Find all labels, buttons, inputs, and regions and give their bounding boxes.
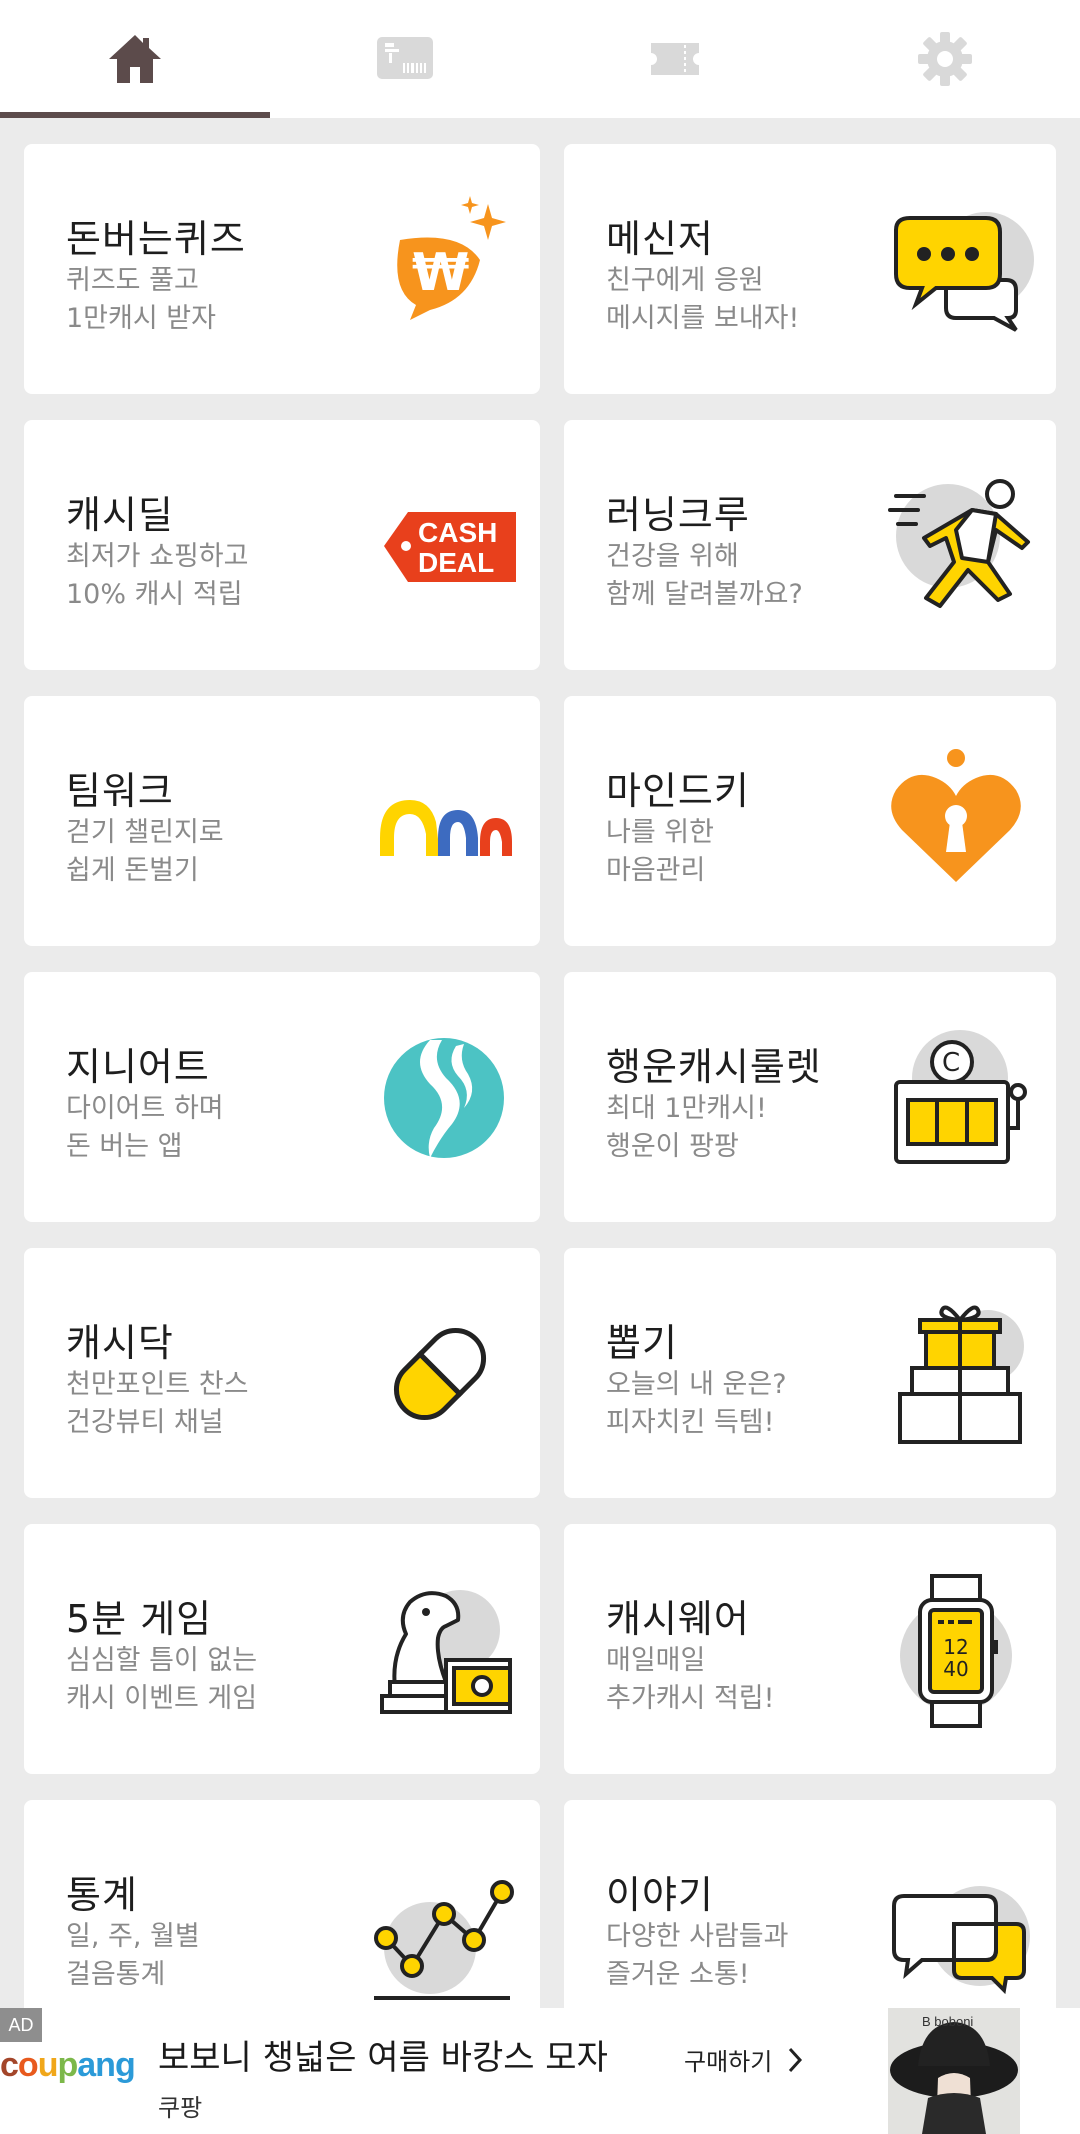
coupon-card-icon — [377, 37, 433, 79]
card-title: 캐시딜 — [66, 493, 174, 537]
pill-capsule-icon — [393, 1327, 487, 1421]
card-genieat[interactable]: 지니어트 다이어트 하며 돈 버는 앱 — [24, 972, 540, 1222]
tab-coupon[interactable] — [270, 0, 540, 118]
ad-cta-label: 구매하기 — [684, 2048, 773, 2076]
ad-title: 보보니 챙넓은 여름 바캉스 모자 — [158, 2038, 608, 2078]
card-teamwork[interactable]: 팀워크 걷기 챌린지로 쉽게 돈벌기 — [24, 696, 540, 946]
smartwatch-icon: 12 40 — [900, 1574, 1012, 1728]
card-5min-game[interactable]: 5분 게임 심심할 틈이 없는 캐시 이벤트 게임 — [24, 1524, 540, 1774]
watch-hour: 12 — [943, 1635, 968, 1659]
chat-bubble-icon — [894, 212, 1034, 332]
card-subtitle: 다이어트 하며 돈 버는 앱 — [66, 1093, 224, 1162]
card-title: 캐시웨어 — [606, 1597, 750, 1641]
svg-text:C: C — [942, 1048, 960, 1078]
ticket-icon — [651, 43, 699, 75]
slot-machine-icon: C — [894, 1030, 1027, 1164]
card-statistics[interactable]: 통계 일, 주, 월별 걸음통계 — [24, 1800, 540, 2008]
card-subtitle: 걷기 챌린지로 쉽게 돈벌기 — [66, 817, 224, 886]
card-subtitle: 친구에게 응원 메시지를 보내자! — [606, 265, 800, 334]
tag-text-2: DEAL — [418, 547, 494, 578]
watch-minute: 40 — [943, 1657, 968, 1681]
card-title: 돈버는퀴즈 — [66, 217, 246, 261]
won-coin-sparkle-icon: ₩ — [397, 196, 506, 320]
card-cashwear[interactable]: 캐시웨어 매일매일 추가캐시 적립! 12 40 — [564, 1524, 1056, 1774]
feature-grid: 돈버는퀴즈 퀴즈도 풀고 1만캐시 받자 ₩ 메신저 친구에게 응원 메시지를 … — [0, 118, 1080, 2008]
card-story[interactable]: 이야기 다양한 사람들과 즐거운 소통! — [564, 1800, 1056, 2008]
cash-deal-tag-icon: CASH DEAL — [384, 512, 516, 582]
card-subtitle: 오늘의 내 운은? 피자치킨 득템! — [606, 1369, 787, 1438]
card-cashdeal[interactable]: 캐시딜 최저가 쇼핑하고 10% 캐시 적립 CASH DEAL — [24, 420, 540, 670]
card-subtitle: 일, 주, 월별 걸음통계 — [66, 1921, 200, 1990]
card-title: 행운캐시룰렛 — [606, 1045, 822, 1089]
card-messenger[interactable]: 메신저 친구에게 응원 메시지를 보내자! — [564, 144, 1056, 394]
card-title: 마인드키 — [606, 769, 750, 813]
svg-text:₩: ₩ — [412, 243, 469, 303]
card-draw[interactable]: 뽑기 오늘의 내 운은? 피자치킨 득템! — [564, 1248, 1056, 1498]
tab-ticket[interactable] — [540, 0, 810, 118]
card-quiz[interactable]: 돈버는퀴즈 퀴즈도 풀고 1만캐시 받자 ₩ — [24, 144, 540, 394]
line-graph-icon — [374, 1880, 514, 2000]
ad-brand-logo: coupang — [0, 2046, 136, 2084]
genieat-logo-icon — [384, 1038, 504, 1158]
card-subtitle: 최대 1만캐시! 행운이 팡팡 — [606, 1093, 767, 1162]
card-mindkey[interactable]: 마인드키 나를 위한 마음관리 — [564, 696, 1056, 946]
card-title: 이야기 — [606, 1873, 714, 1917]
card-title: 팀워크 — [66, 769, 174, 813]
ad-banner[interactable]: AD coupang 보보니 챙넓은 여름 바캉스 모자 쿠팡 구매하기 B b… — [0, 2008, 1080, 2134]
card-subtitle: 최저가 쇼핑하고 10% 캐시 적립 — [66, 541, 249, 610]
tag-text-1: CASH — [418, 517, 497, 548]
ad-product-image[interactable]: B boboni — [888, 2008, 1020, 2134]
card-title: 5분 게임 — [66, 1597, 213, 1641]
card-title: 캐시닥 — [66, 1321, 174, 1365]
home-icon — [109, 35, 161, 83]
chess-knight-money-icon — [380, 1590, 512, 1714]
card-running-crew[interactable]: 러닝크루 건강을 위해 함께 달려볼까요? — [564, 420, 1056, 670]
card-subtitle: 다양한 사람들과 즐거운 소통! — [606, 1921, 789, 1990]
card-title: 메신저 — [606, 217, 714, 261]
heart-keyhole-icon — [891, 749, 1021, 882]
tab-settings[interactable] — [810, 0, 1080, 118]
card-subtitle: 나를 위한 마음관리 — [606, 817, 714, 886]
teamwork-arches-icon — [380, 800, 512, 856]
chevron-right-icon — [789, 2047, 803, 2072]
card-subtitle: 건강을 위해 함께 달려볼까요? — [606, 541, 803, 610]
card-lucky-roulette[interactable]: 행운캐시룰렛 최대 1만캐시! 행운이 팡팡 C — [564, 972, 1056, 1222]
gear-icon — [918, 32, 972, 86]
card-subtitle: 퀴즈도 풀고 1만캐시 받자 — [66, 265, 216, 334]
ad-subtitle: 쿠팡 — [158, 2094, 203, 2122]
card-title: 지니어트 — [66, 1045, 210, 1089]
gift-boxes-icon — [898, 1305, 1024, 1444]
card-subtitle: 천만포인트 찬스 건강뷰티 채널 — [66, 1369, 249, 1438]
card-title: 뽑기 — [606, 1321, 678, 1365]
ad-badge: AD — [0, 2008, 42, 2042]
card-subtitle: 매일매일 추가캐시 적립! — [606, 1645, 775, 1714]
card-subtitle: 심심할 틈이 없는 캐시 이벤트 게임 — [66, 1645, 258, 1714]
card-title: 러닝크루 — [606, 493, 750, 537]
card-cashdoc[interactable]: 캐시닥 천만포인트 찬스 건강뷰티 채널 — [24, 1248, 540, 1498]
tab-home[interactable] — [0, 0, 270, 118]
ad-image-label: B boboni — [922, 2014, 974, 2029]
card-title: 통계 — [66, 1873, 138, 1917]
runner-icon — [888, 479, 1030, 608]
top-tab-bar — [0, 0, 1080, 118]
ad-buy-button[interactable]: 구매하기 — [684, 2042, 806, 2077]
chat-bubbles-icon — [892, 1886, 1030, 1995]
